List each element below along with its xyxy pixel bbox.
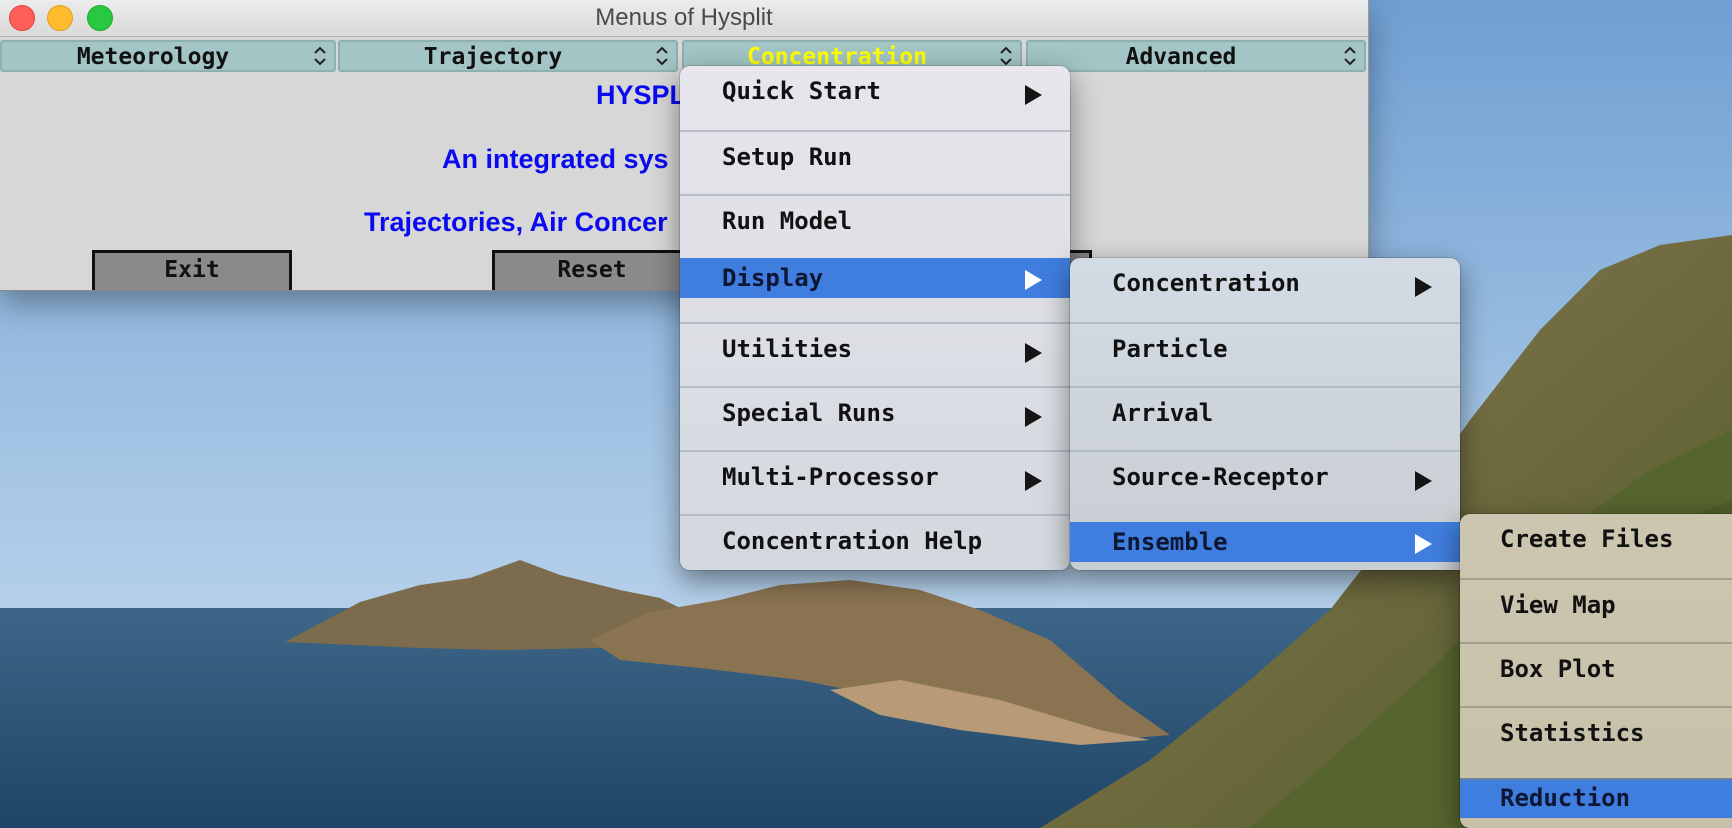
menubutton-label: Trajectory — [423, 44, 563, 70]
app-heading: HYSPL — [596, 80, 687, 110]
menu-item-view-map[interactable]: View Map — [1460, 578, 1732, 636]
updown-chevron-icon — [1000, 46, 1012, 66]
concentration-menu: Quick Start Setup Run Run Model Display … — [680, 66, 1070, 570]
menu-item-label: Run Model — [722, 207, 853, 235]
meteorology-menubutton[interactable]: Meteorology — [0, 40, 336, 72]
submenu-arrow-icon — [1415, 534, 1432, 554]
menu-item-arrival[interactable]: Arrival — [1070, 386, 1460, 444]
menu-item-label: Special Runs — [722, 399, 896, 427]
menu-item-source-receptor[interactable]: Source-Receptor — [1070, 450, 1460, 508]
menu-item-concentration-help[interactable]: Concentration Help — [680, 514, 1070, 570]
title-bar[interactable]: Menus of Hysplit — [0, 0, 1368, 37]
submenu-arrow-icon — [1025, 85, 1042, 105]
menubutton-label: Advanced — [1125, 44, 1237, 70]
menu-item-special-runs[interactable]: Special Runs — [680, 386, 1070, 444]
menu-item-display-concentration[interactable]: Concentration — [1070, 258, 1460, 316]
window-title: Menus of Hysplit — [595, 4, 773, 31]
menu-item-utilities[interactable]: Utilities — [680, 322, 1070, 380]
menu-item-label: Arrival — [1112, 399, 1214, 427]
menu-item-display[interactable]: Display — [680, 258, 1070, 298]
submenu-arrow-icon — [1025, 471, 1042, 491]
updown-chevron-icon — [1344, 46, 1356, 66]
updown-chevron-icon — [656, 46, 668, 66]
submenu-arrow-icon — [1025, 407, 1042, 427]
display-submenu: Concentration Particle Arrival Source-Re… — [1070, 258, 1460, 570]
menu-item-label: Concentration Help — [722, 527, 983, 555]
menu-item-label: Box Plot — [1500, 655, 1616, 683]
menu-item-label: Reduction — [1500, 784, 1631, 812]
menu-item-reduction[interactable]: Reduction — [1460, 778, 1732, 818]
menu-item-setup-run[interactable]: Setup Run — [680, 130, 1070, 188]
menu-item-label: Utilities — [722, 335, 853, 363]
menu-item-label: Quick Start — [722, 77, 881, 105]
menu-item-ensemble[interactable]: Ensemble — [1070, 522, 1460, 562]
reset-button[interactable]: Reset — [492, 250, 692, 290]
submenu-arrow-icon — [1415, 471, 1432, 491]
menu-item-multi-processor[interactable]: Multi-Processor — [680, 450, 1070, 508]
advanced-menubutton[interactable]: Advanced — [1026, 40, 1366, 72]
ensemble-submenu: Create Files View Map Box Plot Statistic… — [1460, 514, 1732, 828]
app-description-line1: An integrated sys — [442, 144, 669, 174]
menu-item-label: Setup Run — [722, 143, 853, 171]
menu-item-quick-start[interactable]: Quick Start — [680, 66, 1070, 124]
menu-item-label: Ensemble — [1112, 528, 1228, 556]
menu-item-box-plot[interactable]: Box Plot — [1460, 642, 1732, 700]
menu-item-particle[interactable]: Particle — [1070, 322, 1460, 380]
menu-item-label: Concentration — [1112, 269, 1300, 297]
menu-item-label: View Map — [1500, 591, 1616, 619]
trajectory-menubutton[interactable]: Trajectory — [338, 40, 678, 72]
menu-item-statistics[interactable]: Statistics — [1460, 706, 1732, 764]
submenu-arrow-icon — [1415, 277, 1432, 297]
submenu-arrow-icon — [1025, 270, 1042, 290]
menubutton-label: Meteorology — [76, 44, 230, 70]
menu-item-label: Statistics — [1500, 719, 1645, 747]
menu-item-label: Source-Receptor — [1112, 463, 1329, 491]
exit-button[interactable]: Exit — [92, 250, 292, 290]
menu-item-label: Create Files — [1500, 525, 1674, 553]
submenu-arrow-icon — [1025, 343, 1042, 363]
app-description-line2: Trajectories, Air Concer — [364, 207, 668, 237]
updown-chevron-icon — [314, 46, 326, 66]
menu-item-label: Multi-Processor — [722, 463, 939, 491]
menu-item-label: Particle — [1112, 335, 1228, 363]
menu-item-create-files[interactable]: Create Files — [1460, 514, 1732, 572]
menu-item-label: Display — [722, 264, 824, 292]
menu-item-run-model[interactable]: Run Model — [680, 194, 1070, 252]
